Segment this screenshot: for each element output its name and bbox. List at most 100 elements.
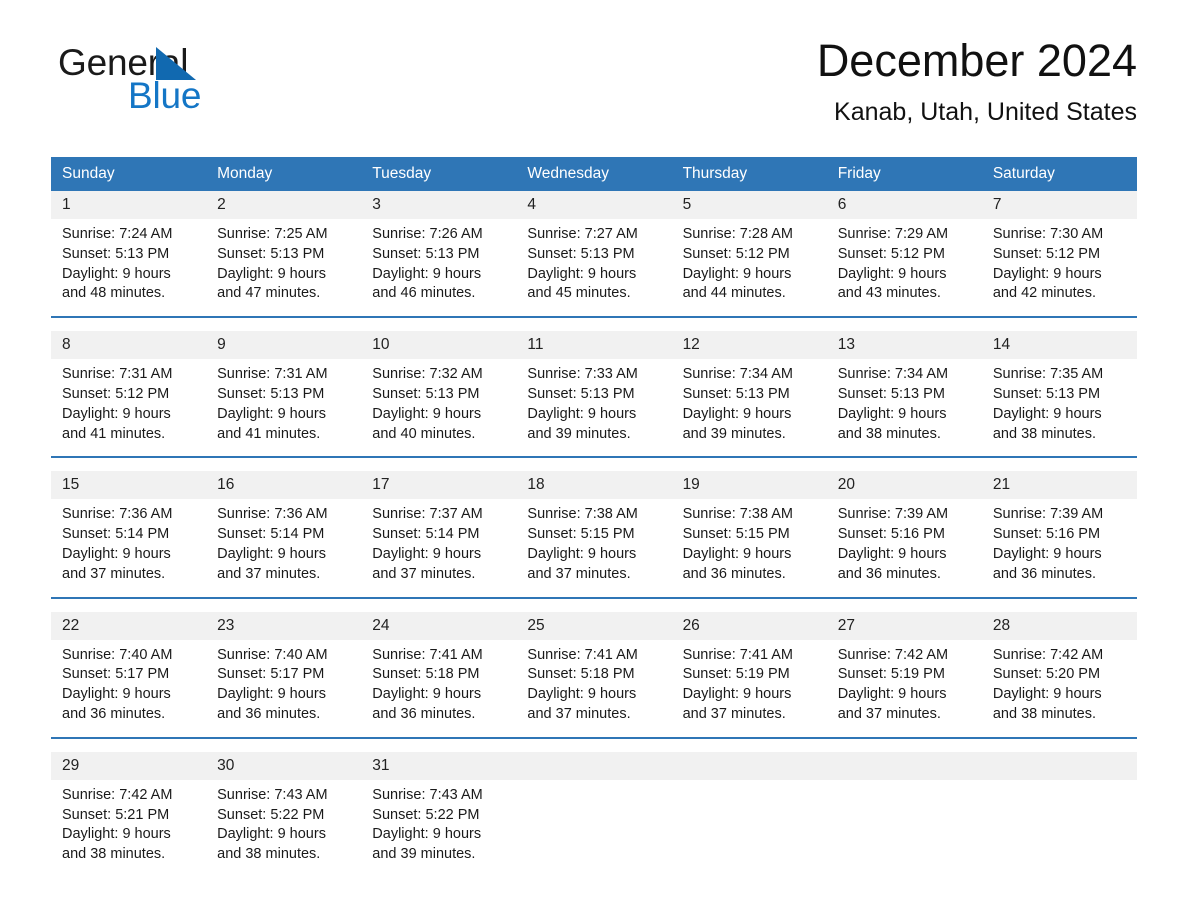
sunset-text: Sunset: 5:14 PM: [62, 526, 170, 543]
daylight-text-line1: Daylight: 9 hours: [62, 826, 171, 843]
day-cell[interactable]: Sunrise: 7:42 AM Sunset: 5:21 PM Dayligh…: [51, 779, 207, 877]
day-number[interactable]: 4: [516, 191, 672, 219]
daylight-text-line2: and 37 minutes.: [682, 705, 786, 722]
logo-text-blue: Blue: [128, 75, 202, 116]
day-number[interactable]: 26: [671, 611, 827, 640]
day-number[interactable]: 16: [206, 471, 362, 500]
day-cell-empty: [826, 779, 982, 877]
calendar-header-row: Sunday Monday Tuesday Wednesday Thursday…: [51, 157, 1137, 191]
day-cell[interactable]: Sunrise: 7:27 AM Sunset: 5:13 PM Dayligh…: [516, 219, 672, 318]
day-cell[interactable]: Sunrise: 7:30 AM Sunset: 5:12 PM Dayligh…: [981, 219, 1137, 318]
daylight-text-line2: and 36 minutes.: [217, 705, 321, 722]
day-cell[interactable]: Sunrise: 7:38 AM Sunset: 5:15 PM Dayligh…: [671, 499, 827, 598]
day-cell[interactable]: Sunrise: 7:36 AM Sunset: 5:14 PM Dayligh…: [206, 499, 362, 598]
day-number[interactable]: 19: [671, 471, 827, 500]
daylight-text-line2: and 37 minutes.: [527, 565, 631, 582]
day-cell[interactable]: Sunrise: 7:39 AM Sunset: 5:16 PM Dayligh…: [981, 499, 1137, 598]
day-number[interactable]: 14: [981, 331, 1137, 360]
calendar-page: General Blue December 2024 Kanab, Utah, …: [0, 0, 1188, 918]
daylight-text-line1: Daylight: 9 hours: [527, 405, 637, 422]
day-cell[interactable]: Sunrise: 7:41 AM Sunset: 5:19 PM Dayligh…: [671, 639, 827, 738]
day-number[interactable]: 24: [361, 611, 517, 640]
day-number[interactable]: 9: [206, 331, 362, 360]
sunrise-text: Sunrise: 7:36 AM: [217, 506, 328, 523]
day-number[interactable]: 8: [51, 331, 207, 360]
day-number[interactable]: 12: [671, 331, 827, 360]
weekday-header-monday: Monday: [206, 157, 362, 191]
daylight-text-line1: Daylight: 9 hours: [682, 686, 792, 703]
day-number[interactable]: 30: [206, 751, 362, 780]
day-number[interactable]: 6: [826, 191, 982, 219]
day-cell[interactable]: Sunrise: 7:26 AM Sunset: 5:13 PM Dayligh…: [361, 219, 517, 318]
weekday-header-thursday: Thursday: [671, 157, 827, 191]
sunset-text: Sunset: 5:13 PM: [837, 385, 945, 402]
day-cell[interactable]: Sunrise: 7:39 AM Sunset: 5:16 PM Dayligh…: [826, 499, 982, 598]
day-cell[interactable]: Sunrise: 7:42 AM Sunset: 5:19 PM Dayligh…: [826, 639, 982, 738]
day-number[interactable]: 7: [981, 191, 1137, 219]
day-number[interactable]: 2: [206, 191, 362, 219]
daylight-text-line1: Daylight: 9 hours: [62, 545, 171, 562]
sunset-text: Sunset: 5:13 PM: [682, 385, 790, 402]
sunset-text: Sunset: 5:13 PM: [372, 385, 480, 402]
day-number[interactable]: 15: [51, 471, 207, 500]
day-cell[interactable]: Sunrise: 7:29 AM Sunset: 5:12 PM Dayligh…: [826, 219, 982, 318]
daylight-text-line1: Daylight: 9 hours: [217, 826, 326, 843]
day-cell[interactable]: Sunrise: 7:41 AM Sunset: 5:18 PM Dayligh…: [361, 639, 517, 738]
day-number[interactable]: 11: [516, 331, 672, 360]
daylight-text-line2: and 44 minutes.: [682, 285, 786, 302]
daylight-text-line2: and 37 minutes.: [372, 565, 476, 582]
day-cell[interactable]: Sunrise: 7:35 AM Sunset: 5:13 PM Dayligh…: [981, 359, 1137, 458]
day-number[interactable]: 23: [206, 611, 362, 640]
day-cell[interactable]: Sunrise: 7:38 AM Sunset: 5:15 PM Dayligh…: [516, 499, 672, 598]
week-day-number-row: 15 16 17 18 19 20 21: [51, 471, 1137, 500]
day-cell[interactable]: Sunrise: 7:36 AM Sunset: 5:14 PM Dayligh…: [51, 499, 207, 598]
day-cell[interactable]: Sunrise: 7:25 AM Sunset: 5:13 PM Dayligh…: [206, 219, 362, 318]
day-number[interactable]: 1: [51, 191, 207, 219]
sunset-text: Sunset: 5:16 PM: [837, 526, 945, 543]
day-number[interactable]: 29: [51, 751, 207, 780]
sunset-text: Sunset: 5:22 PM: [372, 806, 480, 823]
sunrise-text: Sunrise: 7:34 AM: [837, 366, 949, 383]
day-cell[interactable]: Sunrise: 7:34 AM Sunset: 5:13 PM Dayligh…: [671, 359, 827, 458]
sunrise-text: Sunrise: 7:26 AM: [372, 226, 483, 242]
sunset-text: Sunset: 5:14 PM: [372, 526, 480, 543]
day-cell[interactable]: Sunrise: 7:37 AM Sunset: 5:14 PM Dayligh…: [361, 499, 517, 598]
general-blue-logo: General Blue: [58, 44, 318, 116]
day-number[interactable]: 21: [981, 471, 1137, 500]
day-number[interactable]: 22: [51, 611, 207, 640]
sunset-text: Sunset: 5:13 PM: [62, 245, 170, 262]
day-cell[interactable]: Sunrise: 7:43 AM Sunset: 5:22 PM Dayligh…: [206, 779, 362, 877]
day-number[interactable]: 3: [361, 191, 517, 219]
day-cell[interactable]: Sunrise: 7:43 AM Sunset: 5:22 PM Dayligh…: [361, 779, 517, 877]
day-cell[interactable]: Sunrise: 7:42 AM Sunset: 5:20 PM Dayligh…: [981, 639, 1137, 738]
day-number[interactable]: 25: [516, 611, 672, 640]
day-number[interactable]: 31: [361, 751, 517, 780]
day-cell[interactable]: Sunrise: 7:24 AM Sunset: 5:13 PM Dayligh…: [51, 219, 207, 318]
day-cell-empty: [516, 779, 672, 877]
sunset-text: Sunset: 5:13 PM: [527, 245, 635, 262]
sunrise-text: Sunrise: 7:28 AM: [682, 226, 793, 242]
day-number[interactable]: 13: [826, 331, 982, 360]
day-cell[interactable]: Sunrise: 7:40 AM Sunset: 5:17 PM Dayligh…: [206, 639, 362, 738]
day-cell[interactable]: Sunrise: 7:34 AM Sunset: 5:13 PM Dayligh…: [826, 359, 982, 458]
day-cell[interactable]: Sunrise: 7:40 AM Sunset: 5:17 PM Dayligh…: [51, 639, 207, 738]
day-cell[interactable]: Sunrise: 7:31 AM Sunset: 5:13 PM Dayligh…: [206, 359, 362, 458]
daylight-text-line1: Daylight: 9 hours: [992, 686, 1102, 703]
daylight-text-line1: Daylight: 9 hours: [372, 826, 482, 843]
day-number[interactable]: 17: [361, 471, 517, 500]
day-cell[interactable]: Sunrise: 7:31 AM Sunset: 5:12 PM Dayligh…: [51, 359, 207, 458]
sunrise-text: Sunrise: 7:42 AM: [837, 646, 949, 663]
day-cell[interactable]: Sunrise: 7:32 AM Sunset: 5:13 PM Dayligh…: [361, 359, 517, 458]
day-number[interactable]: 18: [516, 471, 672, 500]
sunrise-text: Sunrise: 7:31 AM: [217, 366, 328, 383]
day-number[interactable]: 27: [826, 611, 982, 640]
day-number[interactable]: 20: [826, 471, 982, 500]
day-number[interactable]: 5: [671, 191, 827, 219]
daylight-text-line1: Daylight: 9 hours: [372, 405, 482, 422]
day-number[interactable]: 28: [981, 611, 1137, 640]
day-cell[interactable]: Sunrise: 7:33 AM Sunset: 5:13 PM Dayligh…: [516, 359, 672, 458]
day-cell[interactable]: Sunrise: 7:28 AM Sunset: 5:12 PM Dayligh…: [671, 219, 827, 318]
day-cell[interactable]: Sunrise: 7:41 AM Sunset: 5:18 PM Dayligh…: [516, 639, 672, 738]
daylight-text-line1: Daylight: 9 hours: [62, 686, 171, 703]
day-number[interactable]: 10: [361, 331, 517, 360]
